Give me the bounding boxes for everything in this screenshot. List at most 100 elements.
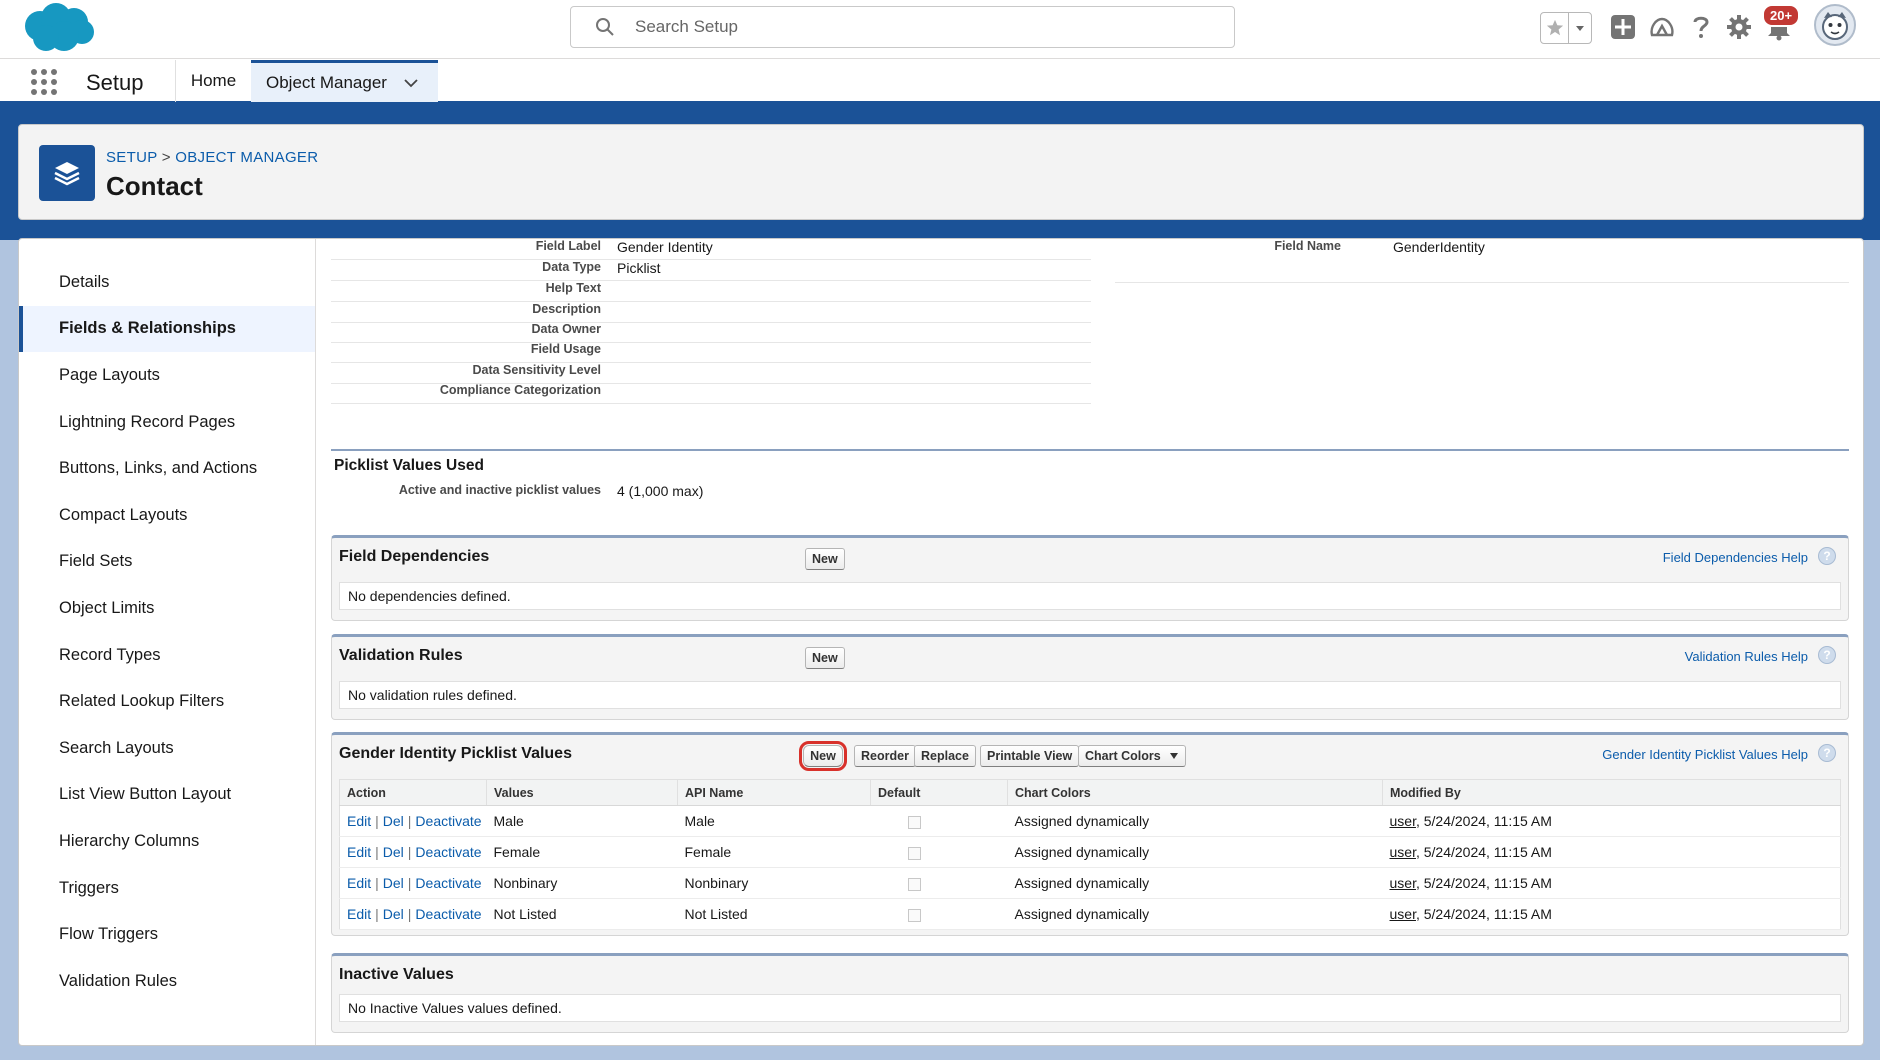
action-cell: Edit | Del | Deactivate <box>339 805 487 837</box>
modified-date: , 5/24/2024, 11:15 AM <box>1415 906 1552 922</box>
modified-by-user-link[interactable]: user <box>1390 875 1416 891</box>
breadcrumb: SETUP > OBJECT MANAGER <box>106 149 318 166</box>
table-row: Edit | Del | Deactivate Not Listed Not Listed A… <box>339 898 1841 930</box>
api-name-cell: Male <box>677 805 871 837</box>
modified-by-user-link[interactable]: user <box>1390 906 1416 922</box>
del-link[interactable]: Del <box>383 844 404 860</box>
validation-rules-help-link[interactable]: Validation Rules Help <box>1685 649 1808 664</box>
field-name-label: Field Name <box>1274 239 1341 253</box>
add-icon[interactable] <box>1608 10 1638 44</box>
default-checkbox <box>907 908 921 922</box>
del-link[interactable]: Del <box>383 875 404 891</box>
deactivate-link[interactable]: Deactivate <box>415 875 481 891</box>
picklist-values-section: Gender Identity Picklist Values New Reor… <box>331 732 1849 936</box>
validation-rules-empty: No validation rules defined. <box>339 681 1841 709</box>
field-name-value: GenderIdentity <box>1393 239 1485 255</box>
picklist-values-used-value: 4 (1,000 max) <box>617 483 704 499</box>
help-circle-icon[interactable]: ? <box>1818 744 1836 762</box>
breadcrumb-setup[interactable]: SETUP <box>106 149 157 166</box>
sidebar-item-related-lookup-filters[interactable]: Related Lookup Filters <box>19 678 315 725</box>
avatar[interactable] <box>1814 4 1856 46</box>
sidebar-item-flow-triggers[interactable]: Flow Triggers <box>19 911 315 958</box>
deactivate-link[interactable]: Deactivate <box>415 813 481 829</box>
chart-colors-cell: Assigned dynamically <box>1007 867 1383 899</box>
tab-object-manager[interactable]: Object Manager <box>251 60 438 102</box>
object-sidebar: Details Fields & Relationships Page Layout… <box>19 239 316 1045</box>
chart-colors-cell: Assigned dynamically <box>1007 836 1383 868</box>
tab-home[interactable]: Home <box>175 60 251 102</box>
default-checkbox <box>907 877 921 891</box>
favorites-group[interactable] <box>1540 12 1592 44</box>
action-cell: Edit | Del | Deactivate <box>339 898 487 930</box>
del-link[interactable]: Del <box>383 906 404 922</box>
deactivate-link[interactable]: Deactivate <box>415 844 481 860</box>
validation-rules-new-button[interactable]: New <box>805 647 845 669</box>
sidebar-item-buttons-links-and-actions[interactable]: Buttons, Links, and Actions <box>19 445 315 492</box>
app-launcher-icon[interactable] <box>30 68 58 96</box>
validation-rules-title: Validation Rules <box>339 647 463 664</box>
sidebar-item-search-layouts[interactable]: Search Layouts <box>19 725 315 772</box>
breadcrumb-object-manager[interactable]: OBJECT MANAGER <box>175 149 318 166</box>
sidebar-item-record-types[interactable]: Record Types <box>19 632 315 679</box>
action-separator: | <box>407 813 412 829</box>
api-name-cell: Nonbinary <box>677 867 871 899</box>
field-dependencies-new-button[interactable]: New <box>805 548 845 570</box>
chevron-down-icon[interactable] <box>403 75 419 91</box>
detail-label: Data Sensitivity Level <box>472 363 601 377</box>
picklist-printable-view-button[interactable]: Printable View <box>980 745 1080 767</box>
detail-label: Field Label <box>535 239 601 253</box>
default-cell <box>870 836 1008 868</box>
sidebar-item-triggers[interactable]: Triggers <box>19 865 315 912</box>
sidebar-item-field-sets[interactable]: Field Sets <box>19 539 315 586</box>
picklist-chart-colors-button[interactable]: Chart Colors <box>1078 745 1186 767</box>
favorites-star-icon[interactable] <box>1541 13 1569 43</box>
modified-by-user-link[interactable]: user <box>1390 844 1416 860</box>
picklist-new-button[interactable]: New <box>799 741 847 771</box>
edit-link[interactable]: Edit <box>347 906 371 922</box>
modified-by-user-link[interactable]: user <box>1390 813 1416 829</box>
sidebar-item-fields-and-relationships[interactable]: Fields & Relationships <box>19 305 315 353</box>
detail-row: Field Usage <box>331 342 1091 363</box>
detail-label: Data Type <box>542 260 601 274</box>
edit-link[interactable]: Edit <box>347 844 371 860</box>
picklist-reorder-button[interactable]: Reorder <box>854 745 916 767</box>
sidebar-item-list-view-button-layout[interactable]: List View Button Layout <box>19 772 315 819</box>
col-header-modified-by: Modified By <box>1382 779 1841 806</box>
sidebar-item-page-layouts[interactable]: Page Layouts <box>19 352 315 399</box>
edit-link[interactable]: Edit <box>347 813 371 829</box>
trailhead-icon[interactable] <box>1645 10 1679 44</box>
picklist-values-help-link[interactable]: Gender Identity Picklist Values Help <box>1602 747 1808 762</box>
sidebar-item-details[interactable]: Details <box>19 259 315 306</box>
action-separator: | <box>375 813 379 829</box>
sidebar-item-validation-rules[interactable]: Validation Rules <box>19 958 315 1005</box>
picklist-replace-button[interactable]: Replace <box>914 745 976 767</box>
detail-row: Data Type Picklist <box>331 260 1091 281</box>
help-circle-icon[interactable]: ? <box>1818 646 1836 664</box>
detail-value: Picklist <box>617 260 661 276</box>
help-icon[interactable] <box>1687 10 1715 44</box>
favorites-list-icon[interactable] <box>1569 13 1591 43</box>
deactivate-link[interactable]: Deactivate <box>415 906 481 922</box>
object-layers-icon <box>39 145 95 201</box>
setup-search-box[interactable] <box>570 6 1235 48</box>
detail-label: Field Usage <box>530 342 601 356</box>
sidebar-item-compact-layouts[interactable]: Compact Layouts <box>19 492 315 539</box>
field-dependencies-help-link[interactable]: Field Dependencies Help <box>1663 550 1808 565</box>
modified-by-cell: user, 5/24/2024, 11:15 AM <box>1382 867 1841 899</box>
value-cell: Nonbinary <box>486 867 678 899</box>
default-cell <box>870 805 1008 837</box>
sidebar-item-lightning-record-pages[interactable]: Lightning Record Pages <box>19 399 315 446</box>
detail-row: Data Owner <box>331 322 1091 343</box>
action-separator: | <box>407 906 412 922</box>
sidebar-item-object-limits[interactable]: Object Limits <box>19 585 315 632</box>
col-header-api-name: API Name <box>677 779 871 806</box>
search-input[interactable] <box>635 15 1195 39</box>
del-link[interactable]: Del <box>383 813 404 829</box>
help-circle-icon[interactable]: ? <box>1818 547 1836 565</box>
gear-icon[interactable] <box>1724 10 1754 44</box>
sidebar-item-hierarchy-columns[interactable]: Hierarchy Columns <box>19 818 315 865</box>
salesforce-cloud-logo[interactable] <box>20 2 96 54</box>
validation-rules-section: Validation Rules New Validation Rules He… <box>331 634 1849 720</box>
picklist-values-used-title: Picklist Values Used <box>334 457 484 474</box>
edit-link[interactable]: Edit <box>347 875 371 891</box>
